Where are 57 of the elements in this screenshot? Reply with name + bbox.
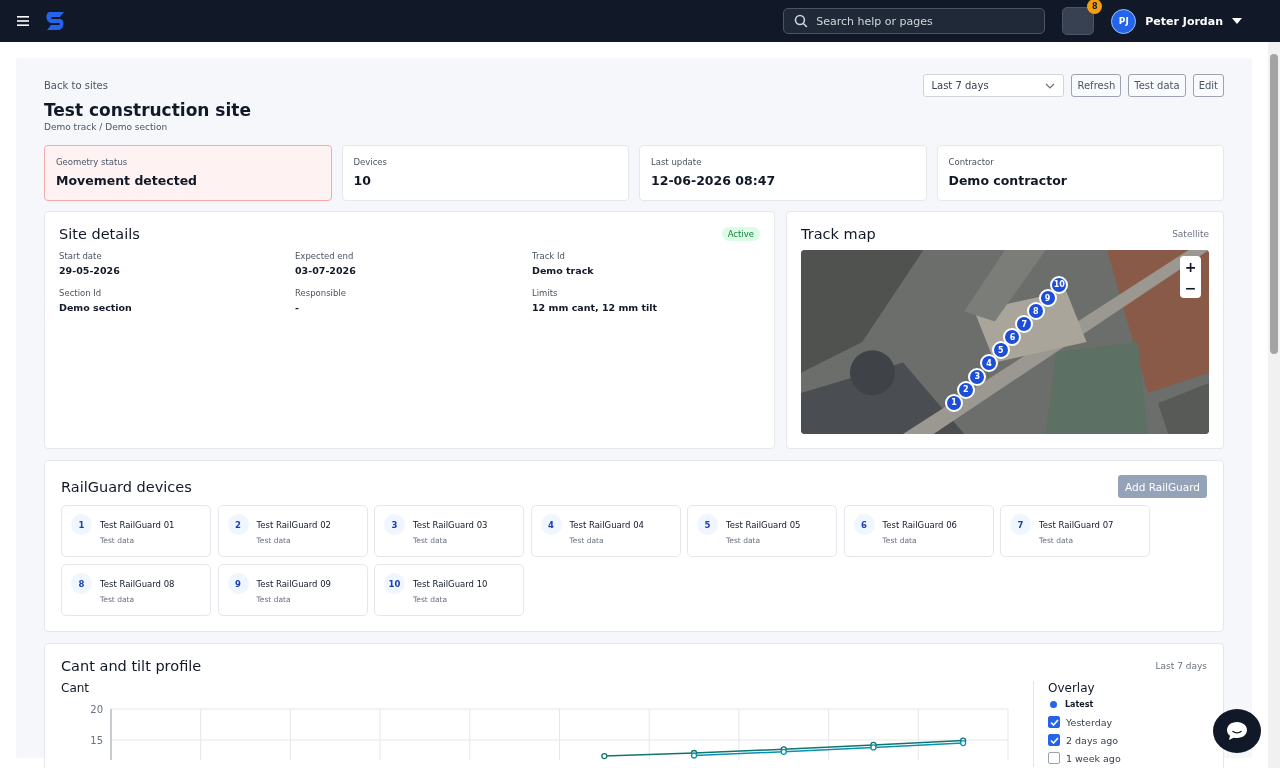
field-label: Expected end [295,251,355,261]
card-title: Track map [801,226,876,242]
legend-label: Latest [1065,699,1094,709]
stat-label: Devices [353,157,388,167]
device-name: Test RailGuard 10 [413,578,488,589]
device-name: Test RailGuard 03 [413,519,488,530]
device-name: Test RailGuard 08 [100,578,175,589]
stat-label: Last update [651,157,703,167]
breadcrumb: Demo track / Demo section [44,122,169,132]
stat-value: Movement detected [56,173,199,188]
field-label: Responsible [295,288,347,298]
field-value: - [295,302,300,313]
field-label: Section Id [59,288,103,298]
overlay-title: Overlay [1048,681,1096,695]
device-number: 7 [1010,514,1031,535]
field-value: 29-05-2026 [59,265,121,276]
stat-value: 10 [353,173,372,188]
device-number: 4 [540,514,562,535]
device-number: 6 [853,514,875,535]
field-value: 03-07-2026 [295,265,357,276]
field-label: Limits [532,288,559,298]
field-value: Demo track [532,265,595,276]
checkbox-label: 2 days ago [1066,734,1119,746]
status-badge: Active [721,227,760,241]
device-number: 10 [384,573,405,594]
stat-label: Geometry status [56,157,129,167]
page-title: Test construction site [44,100,251,120]
chart-title: Cant [61,681,91,695]
field-value: 12 mm cant, 12 mm tilt [532,302,659,313]
period-label: Last 7 days [1155,661,1207,671]
device-number: 2 [227,514,249,535]
field-value: Demo section [59,302,133,313]
device-number: 1 [71,514,92,535]
device-name: Test RailGuard 09 [256,578,332,589]
device-name: Test RailGuard 01 [100,519,175,530]
checkbox-label: Yesterday [1066,716,1113,728]
notification-badge: 8 [1087,0,1103,14]
device-name: Test RailGuard 07 [1039,519,1114,530]
field-label: Track Id [532,251,566,261]
device-number: 8 [71,573,92,594]
stat-value: Demo contractor [948,173,1068,188]
device-name: Test RailGuard 02 [256,519,332,530]
device-number: 3 [384,514,405,535]
device-name: Test RailGuard 04 [569,519,645,530]
device-name: Test RailGuard 06 [882,519,958,530]
y-tick-label: 20 [90,704,103,715]
card-title: RailGuard devices [61,478,192,495]
y-tick-label: 15 [90,735,103,746]
device-number: 5 [697,514,718,535]
device-name: Test RailGuard 05 [726,519,801,530]
card-title: Site details [59,226,140,242]
stat-label: Contractor [948,157,995,167]
card-title: Cant and tilt profile [61,658,202,674]
device-number: 9 [227,573,249,594]
field-label: Start date [59,251,103,261]
stat-value: 12-06-2026 08:47 [651,173,777,188]
checkbox-label: 1 week ago [1066,752,1121,764]
